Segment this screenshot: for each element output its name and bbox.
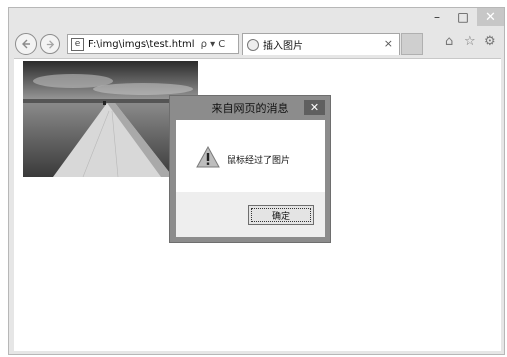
close-window-button[interactable]: ✕ bbox=[477, 8, 504, 26]
maximize-button[interactable]: □ bbox=[452, 8, 474, 26]
dialog-message: 鼠标经过了图片 bbox=[227, 156, 291, 166]
dialog-body: 鼠标经过了图片 bbox=[176, 120, 325, 192]
forward-arrow-icon bbox=[46, 39, 54, 49]
ok-button[interactable]: 确定 bbox=[248, 205, 314, 225]
address-url[interactable]: F:\img\imgs\test.html bbox=[88, 39, 195, 50]
tab-insert-image[interactable]: 插入图片 × bbox=[242, 33, 400, 55]
favorites-icon[interactable]: ☆ bbox=[464, 35, 476, 48]
back-arrow-icon bbox=[22, 39, 30, 49]
home-icon[interactable]: ⌂ bbox=[445, 35, 453, 48]
alert-dialog: 来自网页的消息 ✕ 鼠标经过了图片 确定 bbox=[169, 95, 331, 243]
tab-close-icon[interactable]: × bbox=[384, 37, 393, 50]
page-icon: e bbox=[71, 37, 84, 51]
settings-icon[interactable]: ⚙ bbox=[484, 35, 496, 48]
back-button[interactable] bbox=[15, 33, 37, 55]
tab-title: 插入图片 bbox=[263, 41, 303, 52]
tab-favicon-icon bbox=[247, 38, 259, 51]
page-content: 来自网页的消息 ✕ 鼠标经过了图片 确定 bbox=[14, 58, 501, 351]
dialog-close-button[interactable]: ✕ bbox=[304, 100, 325, 115]
minimize-button[interactable]: – bbox=[426, 8, 448, 26]
dialog-footer: 确定 bbox=[176, 192, 325, 237]
warning-icon bbox=[196, 146, 220, 168]
new-tab-button[interactable] bbox=[401, 33, 423, 55]
title-bar: – □ ✕ bbox=[9, 8, 504, 30]
browser-window: – □ ✕ e F:\img\imgs\test.html ρ ▾ C 插入图片… bbox=[8, 7, 505, 355]
address-bar[interactable]: e F:\img\imgs\test.html ρ ▾ C bbox=[67, 34, 239, 54]
navigation-bar: e F:\img\imgs\test.html ρ ▾ C 插入图片 × ⌂ ☆… bbox=[9, 30, 504, 58]
address-controls[interactable]: ρ ▾ C bbox=[201, 39, 226, 50]
forward-button[interactable] bbox=[40, 34, 60, 54]
